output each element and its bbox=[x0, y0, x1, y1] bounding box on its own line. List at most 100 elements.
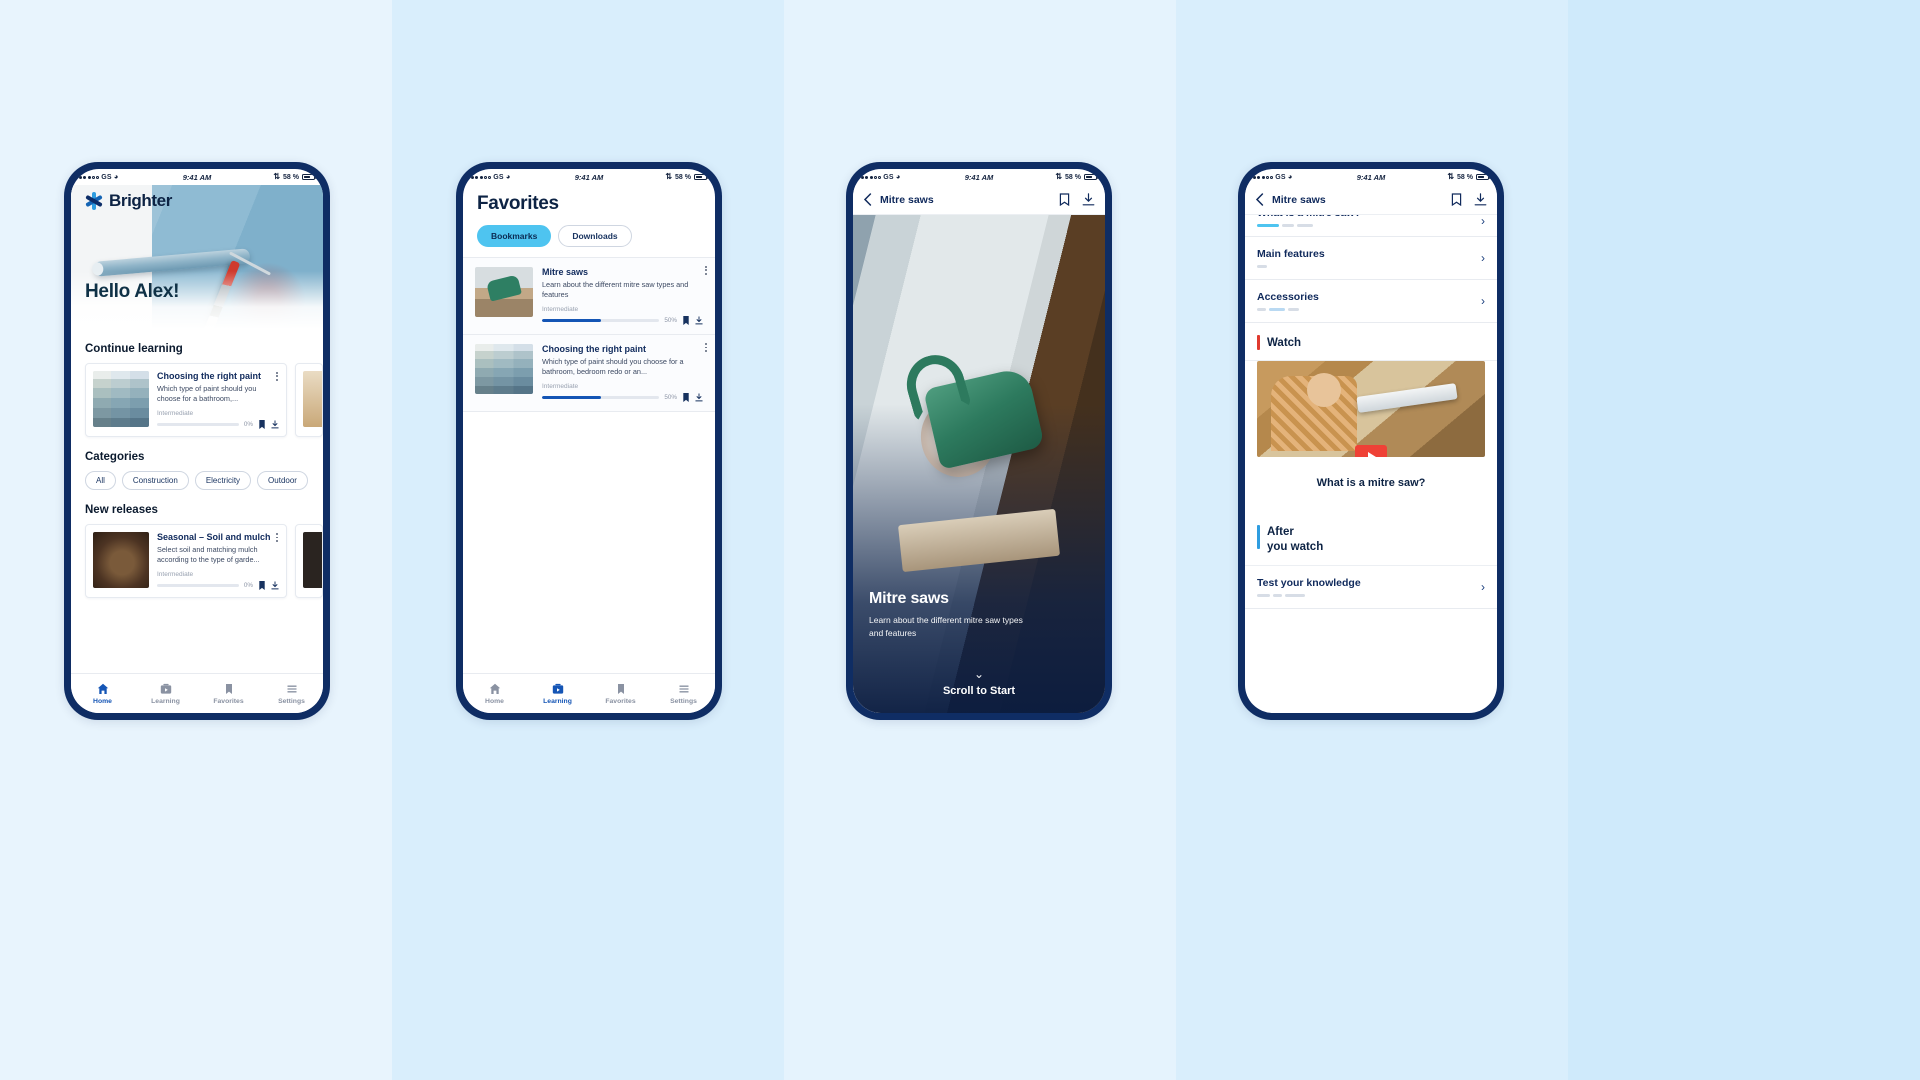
section-categories: Categories bbox=[85, 451, 145, 464]
learning-icon bbox=[552, 683, 563, 694]
section-continue-learning: Continue learning bbox=[85, 343, 183, 355]
item-thumbnail bbox=[475, 344, 533, 395]
course-title: Choosing the right paint bbox=[157, 371, 261, 381]
tab-favorites[interactable]: Favorites bbox=[197, 683, 260, 705]
scroll-cue-label: Scroll to Start bbox=[942, 685, 1016, 697]
bookmark-icon[interactable] bbox=[1059, 193, 1070, 206]
card-menu-button[interactable] bbox=[276, 533, 278, 542]
outline-item-accessories[interactable]: Accessories › bbox=[1245, 280, 1497, 323]
tab-settings[interactable]: Settings bbox=[260, 683, 323, 705]
mitre-saw-image bbox=[893, 344, 1064, 572]
outline-scroll[interactable]: What is a mitre saw? › Main features › bbox=[1245, 215, 1497, 713]
release-card-next[interactable] bbox=[295, 524, 323, 599]
status-bar: GS ◕ 9:41 AM ⇅ 58 % bbox=[463, 169, 715, 185]
bookmark-icon[interactable] bbox=[258, 420, 266, 430]
progress-bar bbox=[542, 319, 660, 323]
progress-label: 50% bbox=[664, 394, 677, 402]
learning-icon bbox=[160, 683, 171, 694]
favorites-list[interactable]: Mitre saws Learn about the different mit… bbox=[463, 257, 715, 413]
item-level: Intermediate bbox=[542, 383, 579, 391]
play-button[interactable] bbox=[1355, 445, 1387, 457]
back-chevron-icon[interactable] bbox=[1255, 193, 1264, 206]
scroll-to-start-cue[interactable]: ⌄ Scroll to Start bbox=[853, 668, 1105, 697]
tab-learning[interactable]: Learning bbox=[134, 683, 197, 705]
progress-bar bbox=[157, 584, 239, 588]
tab-home[interactable]: Home bbox=[463, 683, 526, 705]
bookmark-icon[interactable] bbox=[682, 316, 690, 326]
progress-bar bbox=[157, 423, 239, 427]
home-icon bbox=[489, 683, 500, 694]
home-icon bbox=[97, 683, 108, 694]
download-icon[interactable] bbox=[695, 316, 703, 325]
download-icon[interactable] bbox=[1474, 193, 1487, 206]
outline-item-title: Main features bbox=[1257, 248, 1325, 260]
tab-home[interactable]: Home bbox=[71, 683, 134, 705]
settings-icon bbox=[287, 685, 296, 692]
bookmark-icon bbox=[617, 683, 624, 694]
segment-bookmarks[interactable]: Bookmarks bbox=[477, 225, 552, 247]
watch-section-title: Watch bbox=[1267, 336, 1302, 349]
tab-label: Learning bbox=[543, 697, 572, 705]
bookmark-icon[interactable] bbox=[1451, 193, 1462, 206]
segmented-control[interactable]: Bookmarks Downloads bbox=[463, 215, 715, 257]
download-icon[interactable] bbox=[271, 420, 279, 429]
item-description: Which type of paint should you choose fo… bbox=[542, 357, 684, 377]
course-card[interactable]: Choosing the right paint Which type of p… bbox=[85, 363, 287, 438]
clock-label: 9:41 AM bbox=[182, 172, 212, 182]
card-menu-button[interactable] bbox=[276, 372, 278, 381]
download-icon[interactable] bbox=[271, 581, 279, 590]
brand-name: Brighter bbox=[109, 191, 172, 210]
tab-settings[interactable]: Settings bbox=[652, 683, 715, 705]
course-card-next[interactable] bbox=[295, 363, 323, 438]
tab-favorites[interactable]: Favorites bbox=[589, 683, 652, 705]
accent-bar bbox=[1257, 525, 1260, 549]
tab-learning[interactable]: Learning bbox=[526, 683, 589, 705]
favorites-scroll[interactable]: Favorites Bookmarks Downloads Mitre saws… bbox=[463, 185, 715, 673]
accent-bar bbox=[1257, 335, 1260, 350]
bookmark-icon[interactable] bbox=[258, 581, 266, 591]
status-bar: GS ◕ 9:41 AM ⇅ 58 % bbox=[853, 169, 1105, 185]
tab-label: Home bbox=[485, 697, 504, 705]
item-thumbnail bbox=[475, 267, 533, 317]
outline-item-clipped[interactable]: What is a mitre saw? › bbox=[1245, 215, 1497, 237]
chevron-right-icon: › bbox=[1481, 215, 1485, 228]
segment-downloads[interactable]: Downloads bbox=[558, 225, 632, 247]
outline-item-title: Accessories bbox=[1257, 291, 1319, 303]
asterisk-icon bbox=[85, 192, 103, 210]
category-chip-all[interactable]: All bbox=[85, 471, 116, 491]
category-chip-outdoor[interactable]: Outdoor bbox=[257, 471, 308, 491]
continue-learning-carousel[interactable]: Choosing the right paint Which type of p… bbox=[71, 363, 323, 438]
bottom-tab-bar[interactable]: Home Learning Favorites Settings bbox=[463, 673, 715, 713]
outline-item-quiz[interactable]: Test your knowledge › bbox=[1245, 565, 1497, 609]
home-scroll[interactable]: Brighter Hello Alex! Continue learning C… bbox=[71, 185, 323, 673]
back-chevron-icon[interactable] bbox=[863, 193, 872, 206]
hero-banner: Brighter Hello Alex! bbox=[71, 185, 323, 329]
list-item[interactable]: Mitre saws Learn about the different mit… bbox=[463, 258, 715, 336]
category-chip-construction[interactable]: Construction bbox=[121, 471, 189, 491]
battery-icon bbox=[694, 173, 709, 181]
progress-label: 0% bbox=[243, 582, 253, 590]
item-menu-button[interactable] bbox=[705, 266, 707, 275]
category-chip-electricity[interactable]: Electricity bbox=[194, 471, 252, 491]
nav-bar: Mitre saws bbox=[1245, 185, 1497, 215]
video-thumbnail[interactable] bbox=[1257, 361, 1485, 457]
list-item[interactable]: Choosing the right paint Which type of p… bbox=[463, 335, 715, 413]
download-icon[interactable] bbox=[695, 393, 703, 402]
phone-course-outline: GS ◕ 9:41 AM ⇅ 58 % Mitre saws › Main fe… bbox=[1238, 162, 1504, 720]
new-releases-carousel[interactable]: Seasonal – Soil and mulch Select soil an… bbox=[71, 524, 323, 599]
status-bar: GS ◕ 9:41 AM ⇅ 58 % bbox=[71, 169, 323, 185]
outline-item-main-features[interactable]: Main features › bbox=[1245, 237, 1497, 280]
release-card[interactable]: Seasonal – Soil and mulch Select soil an… bbox=[85, 524, 287, 599]
download-icon[interactable] bbox=[1082, 193, 1095, 206]
release-title: Seasonal – Soil and mulch bbox=[157, 532, 271, 543]
item-menu-button[interactable] bbox=[705, 343, 707, 352]
bookmark-icon[interactable] bbox=[682, 393, 690, 403]
battery-icon bbox=[1476, 173, 1491, 181]
nav-title: Mitre saws bbox=[880, 193, 934, 206]
bottom-tab-bar[interactable]: Home Learning Favorites Settings bbox=[71, 673, 323, 713]
status-bar: GS ◕ 9:41 AM ⇅ 58 % bbox=[1245, 169, 1497, 185]
clock-label: 9:41 AM bbox=[964, 172, 994, 182]
tab-label: Favorites bbox=[213, 697, 244, 705]
category-chip-list[interactable]: All Construction Electricity Outdoor bbox=[71, 471, 323, 491]
course-description: Which type of paint should you choose fo… bbox=[157, 384, 257, 404]
